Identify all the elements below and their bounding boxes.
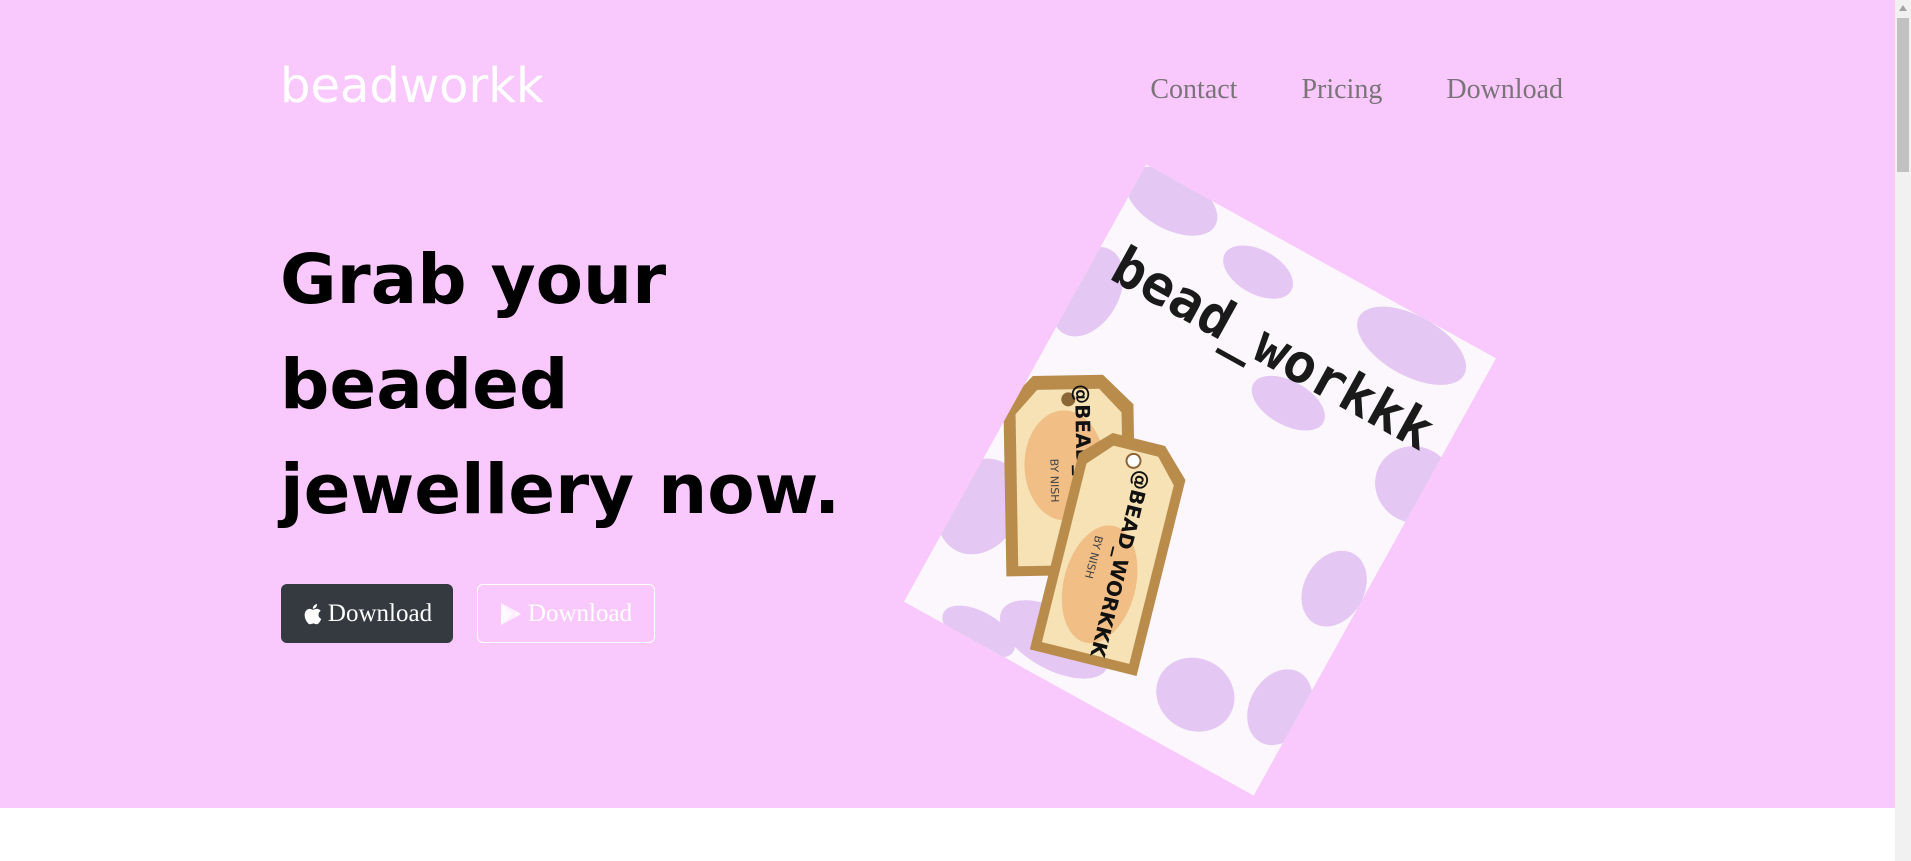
scrollbar-thumb[interactable]: [1897, 18, 1909, 172]
nav-link-download[interactable]: Download: [1446, 76, 1563, 104]
nav-link-pricing[interactable]: Pricing: [1301, 76, 1382, 104]
headline-line-2: beaded: [280, 345, 569, 425]
brand-logo[interactable]: beadworkk: [280, 62, 544, 110]
hero-product-image: bead_workkk @BEAD_WORKKK BY NISH @BEAD_W…: [903, 164, 1497, 796]
headline-line-3: jewellery now.: [280, 450, 841, 530]
hero-headline: Grab your beaded jewellery now.: [280, 228, 980, 543]
google-play-icon: [500, 602, 522, 626]
hero-section: beadworkk Contact Pricing Download Grab …: [0, 0, 1895, 808]
nav-link-contact[interactable]: Contact: [1150, 76, 1237, 104]
apple-icon: [302, 602, 322, 626]
vertical-scrollbar[interactable]: [1895, 0, 1911, 861]
google-play-download-button[interactable]: Download: [477, 584, 655, 643]
tag-1-sub: BY NISH: [1047, 459, 1061, 503]
app-store-download-button[interactable]: Download: [281, 584, 453, 643]
google-play-download-label: Download: [527, 599, 633, 627]
headline-line-1: Grab your: [280, 240, 667, 320]
scroll-up-arrow-icon[interactable]: [1895, 0, 1911, 16]
main-nav: Contact Pricing Download: [1150, 76, 1563, 104]
app-store-download-label: Download: [327, 599, 433, 627]
